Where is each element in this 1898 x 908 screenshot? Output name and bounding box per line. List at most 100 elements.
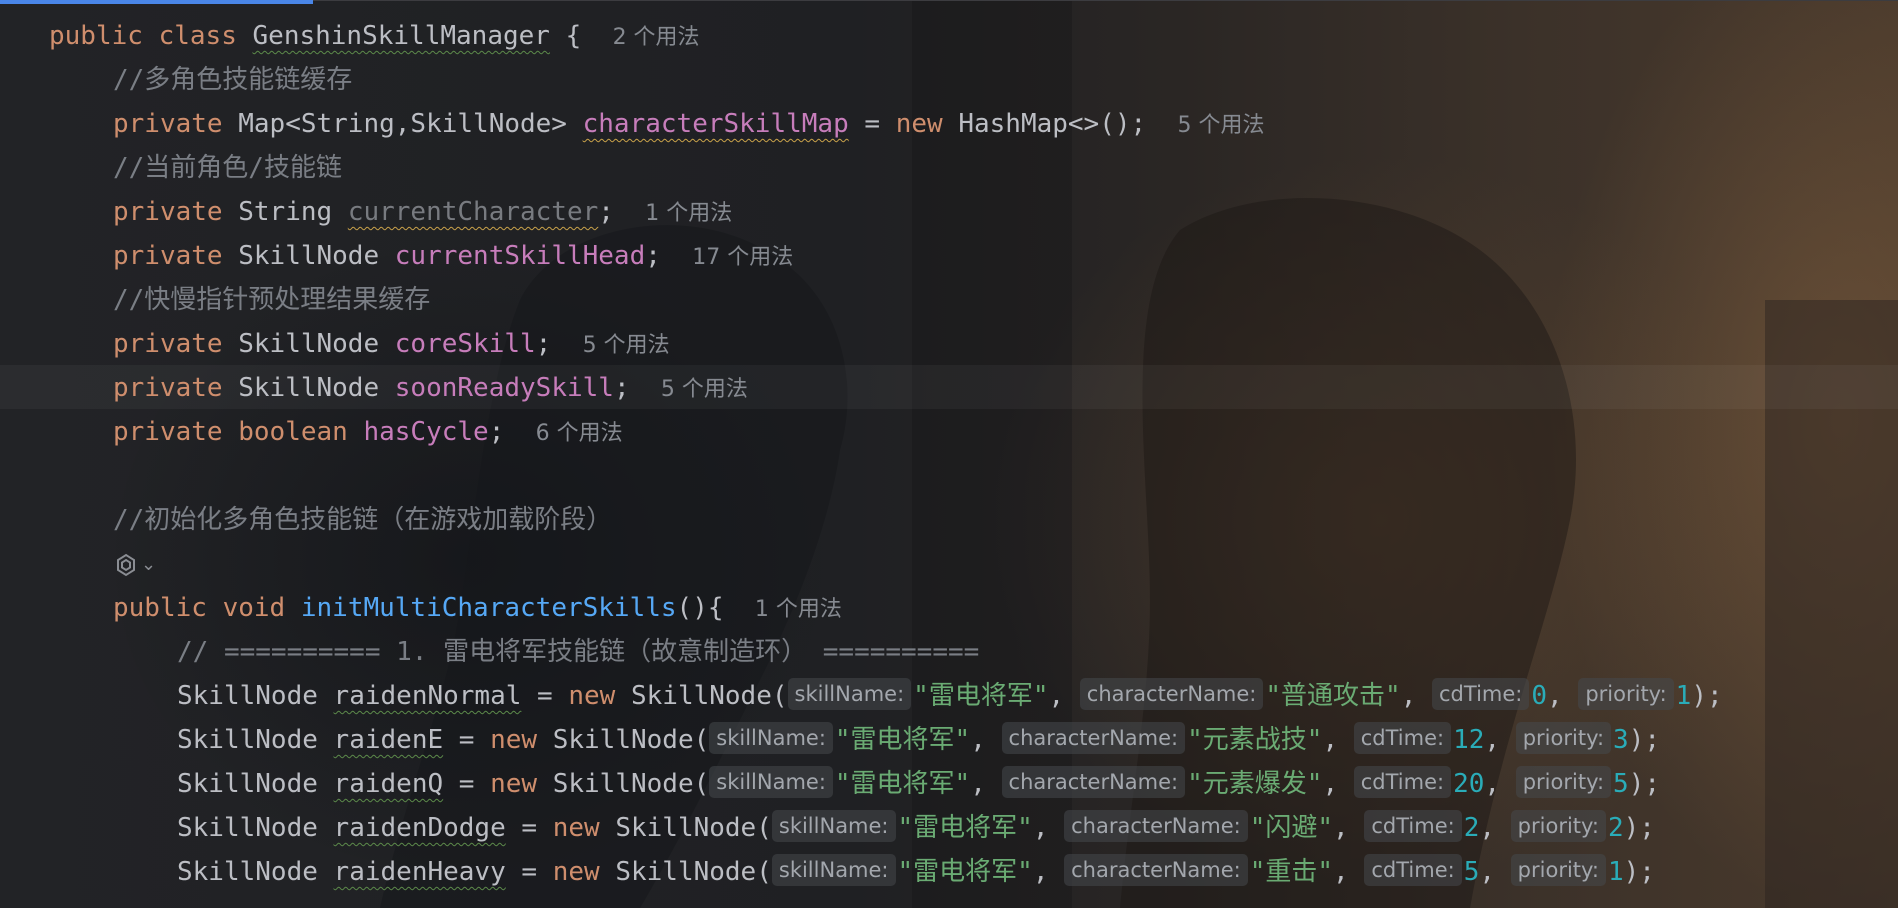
code-text: = — [505, 857, 553, 887]
code-number: 1 — [1608, 857, 1624, 887]
code-keyword: private — [113, 417, 223, 447]
code-number: 0 — [1531, 681, 1548, 711]
code-text: SkillNode( — [552, 725, 710, 755]
code-text: raidenHeavy — [333, 857, 506, 887]
code-keyword: new — [552, 857, 600, 887]
code-text: ); — [1623, 857, 1655, 887]
code-line[interactable]: public class GenshinSkillManager { 2 个用法 — [0, 14, 1723, 58]
code-comment: // ========== 1. 雷电将军技能链（故意制造环） ========… — [177, 637, 980, 667]
code-text: SkillNode — [238, 329, 380, 359]
loading-progress-bar — [0, 0, 313, 4]
code-line[interactable]: public void initMultiCharacterSkills(){ … — [0, 586, 1723, 630]
code-line[interactable]: //多角色技能链缓存 — [0, 58, 1723, 102]
code-keyword: private — [113, 329, 223, 359]
usage-count-hint[interactable]: 17 个用法 — [692, 245, 793, 270]
parameter-name-hint: priority: — [1510, 854, 1606, 886]
parameter-name-hint: skillName: — [771, 810, 896, 842]
code-text: GenshinSkillManager — [252, 21, 550, 51]
code-line[interactable]: //初始化多角色技能链（在游戏加载阶段） — [0, 498, 1723, 542]
code-text: SkillNode( — [615, 813, 772, 843]
code-line[interactable]: //当前角色/技能链 — [0, 146, 1723, 190]
usage-count-hint[interactable]: 1 个用法 — [645, 201, 732, 226]
usage-count-hint[interactable]: 5 个用法 — [583, 333, 670, 358]
code-number: 5 — [1463, 857, 1480, 887]
code-line[interactable]: private SkillNode soonReadySkill; 5 个用法 — [0, 366, 1723, 410]
code-keyword: new — [552, 813, 600, 843]
code-text: , — [1322, 769, 1354, 799]
ai-assistant-icon[interactable] — [113, 552, 139, 578]
parameter-name-hint: cdTime: — [1353, 766, 1452, 798]
code-string: "雷电将军" — [913, 681, 1049, 711]
code-line[interactable]: SkillNode raidenNormal = new SkillNode(s… — [0, 674, 1723, 718]
code-text: ); — [1623, 813, 1655, 843]
code-text: , — [1333, 857, 1365, 887]
parameter-name-hint: characterName: — [1001, 722, 1186, 754]
code-text: = — [505, 813, 553, 843]
code-line[interactable]: private SkillNode currentSkillHead; 17 个… — [0, 234, 1723, 278]
usage-count-hint[interactable]: 5 个用法 — [661, 377, 748, 402]
code-line[interactable]: SkillNode raidenE = new SkillNode(skillN… — [0, 718, 1723, 762]
code-text: SkillNode — [238, 241, 380, 271]
code-keyword: public — [113, 593, 207, 623]
code-line[interactable]: private Map<String,SkillNode> characterS… — [0, 102, 1723, 146]
usage-count-hint[interactable]: 6 个用法 — [536, 421, 623, 446]
code-text: , — [1322, 725, 1354, 755]
code-lines[interactable]: public class GenshinSkillManager { 2 个用法… — [0, 14, 1723, 894]
code-line[interactable]: ⌄ — [0, 542, 1723, 586]
code-text: , — [1333, 813, 1365, 843]
code-editor[interactable]: public class GenshinSkillManager { 2 个用法… — [0, 0, 1898, 908]
parameter-name-hint: priority: — [1578, 678, 1674, 710]
code-text: ; — [598, 197, 614, 227]
code-text: SkillNode — [177, 725, 318, 755]
code-comment: //快慢指针预处理结果缓存 — [113, 285, 431, 315]
code-line[interactable]: private boolean hasCycle; 6 个用法 — [0, 410, 1723, 454]
code-text: SkillNode — [177, 769, 318, 799]
code-keyword: private — [113, 109, 223, 139]
code-number: 1 — [1675, 681, 1692, 711]
code-text: SkillNode( — [630, 681, 788, 711]
code-line[interactable]: // ========== 1. 雷电将军技能链（故意制造环） ========… — [0, 630, 1723, 674]
code-line[interactable]: private String currentCharacter; 1 个用法 — [0, 190, 1723, 234]
code-keyword: void — [222, 593, 286, 623]
code-line[interactable] — [0, 454, 1723, 498]
code-string: "普通攻击" — [1265, 681, 1401, 711]
usage-count-hint[interactable]: 1 个用法 — [755, 597, 842, 622]
parameter-name-hint: priority: — [1515, 766, 1612, 798]
code-text: SkillNode( — [552, 769, 710, 799]
code-line[interactable]: SkillNode raidenHeavy = new SkillNode(sk… — [0, 850, 1723, 894]
code-field: hasCycle — [363, 417, 489, 447]
code-line[interactable]: private SkillNode coreSkill; 5 个用法 — [0, 322, 1723, 366]
code-comment: //当前角色/技能链 — [113, 153, 342, 183]
code-number: 3 — [1613, 725, 1629, 755]
code-number: 2 — [1463, 813, 1480, 843]
code-number: 5 — [1613, 769, 1629, 799]
code-line[interactable]: //快慢指针预处理结果缓存 — [0, 278, 1723, 322]
parameter-name-hint: characterName: — [1064, 810, 1248, 842]
code-keyword: new — [490, 769, 538, 799]
chevron-down-icon[interactable]: ⌄ — [141, 543, 156, 587]
code-text: Map<String,SkillNode> — [238, 109, 567, 139]
code-text: , — [1032, 857, 1065, 887]
code-string: "元素战技" — [1187, 725, 1323, 755]
parameter-name-hint: skillName: — [709, 722, 833, 754]
code-line[interactable]: SkillNode raidenDodge = new SkillNode(sk… — [0, 806, 1723, 850]
code-line[interactable]: SkillNode raidenQ = new SkillNode(skillN… — [0, 762, 1723, 806]
code-text: , — [1479, 813, 1511, 843]
usage-count-hint[interactable]: 2 个用法 — [613, 25, 700, 50]
usage-count-hint[interactable]: 5 个用法 — [1177, 113, 1264, 138]
code-text: = — [443, 769, 491, 799]
